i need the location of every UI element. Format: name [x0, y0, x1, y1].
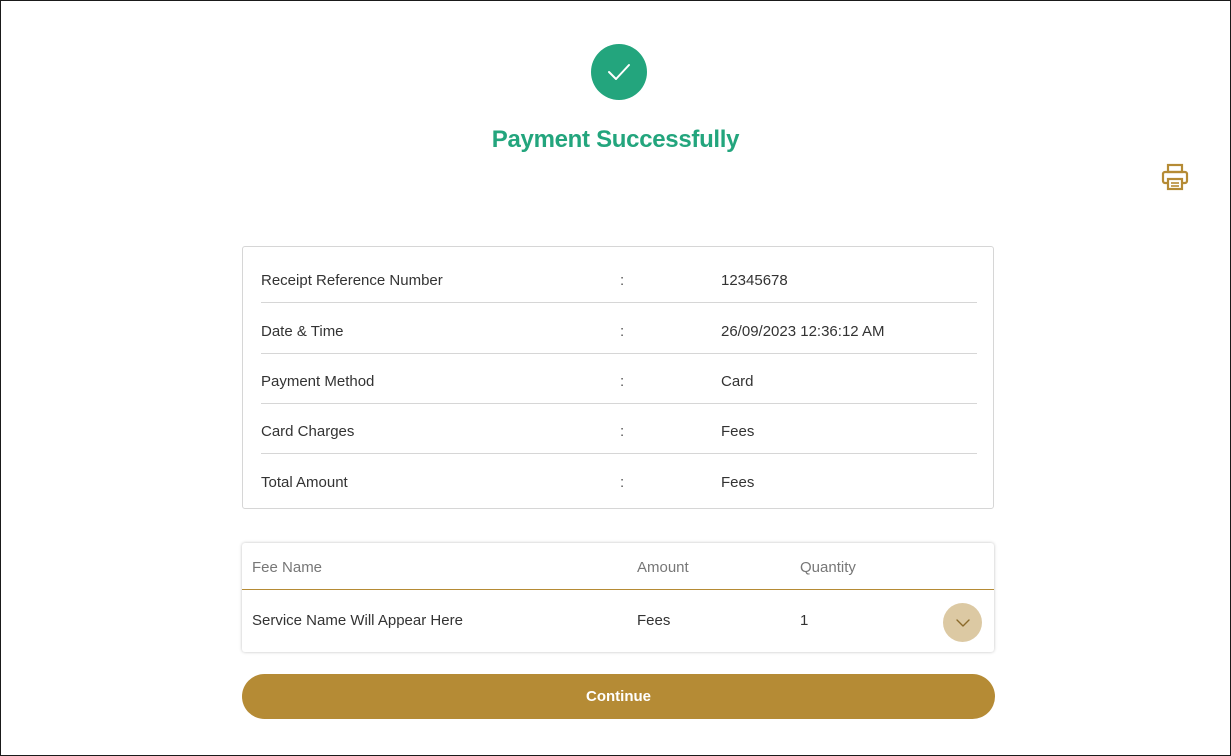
- receipt-label: Total Amount: [261, 474, 348, 491]
- receipt-label: Date & Time: [261, 323, 344, 340]
- receipt-row: Total Amount : Fees: [261, 454, 977, 504]
- receipt-separator: :: [620, 272, 625, 289]
- receipt-separator: :: [620, 373, 625, 390]
- receipt-details-card: Receipt Reference Number : 12345678 Date…: [242, 246, 994, 509]
- receipt-label: Receipt Reference Number: [261, 272, 443, 289]
- fee-name-cell: Service Name Will Appear Here: [252, 612, 463, 629]
- fee-table-header: Fee Name Amount Quantity: [242, 543, 994, 590]
- column-header-quantity: Quantity: [800, 559, 856, 576]
- receipt-value: Card: [721, 373, 754, 390]
- fee-amount-cell: Fees: [637, 612, 671, 629]
- table-row: Service Name Will Appear Here Fees 1: [242, 590, 994, 652]
- continue-button[interactable]: Continue: [242, 674, 995, 719]
- receipt-row: Date & Time : 26/09/2023 12:36:12 AM: [261, 303, 977, 354]
- receipt-row: Payment Method : Card: [261, 353, 977, 404]
- receipt-value: Fees: [721, 423, 755, 440]
- receipt-value: Fees: [721, 474, 755, 491]
- column-header-amount: Amount: [637, 559, 689, 576]
- chevron-down-icon[interactable]: [943, 603, 982, 642]
- receipt-value: 26/09/2023 12:36:12 AM: [721, 323, 885, 340]
- printer-icon[interactable]: [1160, 162, 1190, 192]
- fee-table: Fee Name Amount Quantity Service Name Wi…: [242, 543, 994, 652]
- fee-quantity-cell: 1: [800, 612, 809, 629]
- receipt-row: Receipt Reference Number : 12345678: [261, 252, 977, 303]
- receipt-row: Card Charges : Fees: [261, 403, 977, 454]
- receipt-value: 12345678: [721, 272, 788, 289]
- page-title: Payment Successfully: [491, 126, 740, 153]
- receipt-label: Payment Method: [261, 373, 375, 390]
- receipt-separator: :: [620, 323, 625, 340]
- column-header-fee-name: Fee Name: [252, 559, 323, 576]
- receipt-separator: :: [620, 423, 625, 440]
- receipt-label: Card Charges: [261, 423, 355, 440]
- check-circle-icon: [591, 44, 647, 100]
- receipt-separator: :: [620, 474, 625, 491]
